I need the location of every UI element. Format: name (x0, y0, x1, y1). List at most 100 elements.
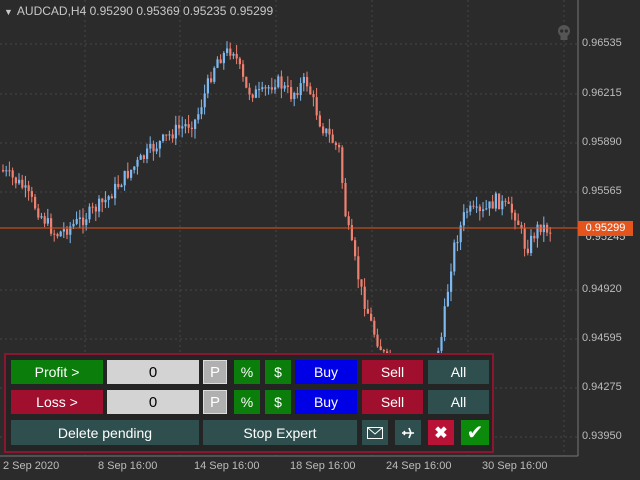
candle-body (482, 209, 485, 212)
candle-body (334, 142, 337, 146)
candle-body (107, 196, 110, 200)
candle-body (523, 228, 526, 249)
profit-points-button[interactable]: P (203, 360, 227, 384)
candle-body (261, 87, 264, 90)
candle-body (117, 183, 120, 187)
candle-body (270, 87, 273, 90)
candle-body (254, 89, 257, 98)
loss-dollar-button[interactable]: $ (265, 390, 291, 414)
loss-all-button[interactable]: All (428, 390, 489, 414)
candle-body (277, 76, 280, 88)
profit-percent-button[interactable]: % (234, 360, 260, 384)
candle-body (302, 76, 305, 84)
candle-body (283, 85, 286, 89)
dropdown-triangle-icon[interactable]: ▼ (4, 7, 13, 17)
candle-body (338, 145, 341, 148)
mail-icon (367, 426, 383, 439)
candle-body (501, 200, 504, 210)
profit-buy-button[interactable]: Buy (295, 360, 357, 384)
profit-value-input[interactable]: 0 (107, 360, 199, 384)
candle-body (354, 240, 357, 257)
profit-all-button[interactable]: All (428, 360, 489, 384)
close-icon: ✖ (434, 424, 448, 442)
candle-body (194, 119, 197, 129)
candle-body (245, 76, 248, 88)
time-axis-label: 14 Sep 16:00 (194, 460, 260, 472)
candle-body (453, 242, 456, 272)
send-button[interactable] (395, 420, 421, 445)
candle-body (206, 78, 209, 94)
candle-body (190, 127, 193, 129)
candle-body (299, 83, 302, 96)
close-button[interactable]: ✖ (428, 420, 454, 445)
loss-percent-button[interactable]: % (234, 390, 260, 414)
candle-body (219, 59, 222, 64)
candle-body (360, 279, 363, 287)
candle-body (533, 235, 536, 239)
candle-body (34, 196, 37, 209)
candle-body (350, 225, 353, 241)
candle-body (312, 94, 315, 98)
candle-body (126, 170, 129, 178)
candle-body (286, 85, 289, 88)
price-axis-label: 0.96535 (582, 37, 622, 49)
candle-body (101, 198, 104, 203)
candle-body (30, 191, 33, 197)
candle-body (440, 336, 443, 351)
candle-body (491, 201, 494, 209)
price-axis-label: 0.95890 (582, 136, 622, 148)
confirm-button[interactable]: ✔ (461, 420, 489, 445)
candle-body (110, 196, 113, 199)
profit-button[interactable]: Profit > (11, 360, 103, 384)
candle-body (325, 128, 328, 134)
candle-body (546, 224, 549, 233)
candle-body (331, 134, 334, 143)
stop-expert-button[interactable]: Stop Expert (203, 420, 357, 445)
candle-body (549, 232, 552, 234)
candle-body (232, 53, 235, 56)
candle-body (309, 86, 312, 95)
candle-body (456, 242, 459, 244)
checkmark-icon: ✔ (466, 422, 484, 444)
candle-body (517, 220, 520, 226)
plane-icon (402, 427, 414, 438)
candle-body (315, 97, 318, 116)
candle-body (43, 216, 46, 224)
candle-body (18, 179, 21, 184)
loss-sell-button[interactable]: Sell (362, 390, 423, 414)
profit-dollar-button[interactable]: $ (265, 360, 291, 384)
symbol-header-text: AUDCAD,H4 0.95290 0.95369 0.95235 0.9529… (16, 4, 274, 18)
candle-body (14, 177, 17, 184)
time-axis-label: 24 Sep 16:00 (386, 460, 452, 472)
profit-sell-button[interactable]: Sell (362, 360, 423, 384)
candle-body (165, 134, 168, 136)
candle-body (104, 199, 107, 203)
candle-body (213, 67, 216, 82)
candle-body (50, 218, 53, 234)
candle-body (181, 126, 184, 129)
candle-body (46, 218, 49, 224)
loss-button[interactable]: Loss > (11, 390, 103, 414)
candle-body (75, 218, 78, 224)
trade-panel: Profit > 0 P % $ Buy Sell All Loss > 0 P… (4, 353, 494, 453)
candle-body (72, 223, 75, 227)
mail-button[interactable] (362, 420, 388, 445)
candle-body (27, 185, 30, 192)
candle-body (347, 216, 350, 226)
candle-body (203, 93, 206, 108)
loss-value-input[interactable]: 0 (107, 390, 199, 414)
candle-body (494, 193, 497, 209)
candle-body (155, 148, 158, 152)
candle-body (382, 350, 385, 352)
loss-buy-button[interactable]: Buy (295, 390, 357, 414)
candle-body (91, 206, 94, 208)
candle-body (296, 92, 299, 96)
candle-body (53, 233, 56, 235)
candle-body (504, 200, 507, 202)
candle-body (510, 203, 513, 213)
delete-pending-button[interactable]: Delete pending (11, 420, 199, 445)
loss-points-button[interactable]: P (203, 390, 227, 414)
candle-body (222, 52, 225, 64)
candle-body (139, 155, 142, 160)
candle-body (40, 216, 43, 218)
